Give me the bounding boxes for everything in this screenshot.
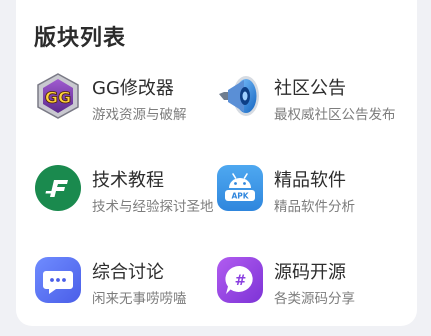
f-logo-icon [34, 164, 82, 212]
forum-desc: 各类源码分享 [274, 291, 355, 307]
forum-item-tutorials[interactable]: 技术教程 技术与经验探讨圣地 [34, 164, 219, 242]
forum-item-software[interactable]: APK 精品软件 精品软件分析 [216, 164, 401, 242]
forum-name: 源码开源 [274, 262, 346, 283]
forum-item-source-code[interactable]: # 源码开源 各类源码分享 [216, 256, 401, 334]
android-apk-icon: APK [216, 164, 264, 212]
megaphone-icon [216, 72, 264, 120]
forum-desc: 最权威社区公告发布 [274, 107, 396, 123]
gg-logo-icon: GG [34, 72, 82, 120]
forum-name: 综合讨论 [92, 262, 164, 283]
forum-item-discussion[interactable]: 综合讨论 闲来无事唠唠嗑 [34, 256, 219, 334]
forum-name: 精品软件 [274, 170, 346, 191]
forum-desc: 闲来无事唠唠嗑 [92, 291, 187, 307]
forum-item-announcements[interactable]: 社区公告 最权威社区公告发布 [216, 72, 401, 150]
forum-name: 技术教程 [92, 170, 164, 191]
svg-text:APK: APK [231, 192, 249, 201]
forum-desc: 游戏资源与破解 [92, 107, 187, 123]
forum-name: GG修改器 [92, 78, 174, 99]
forum-desc: 精品软件分析 [274, 199, 355, 215]
forum-name: 社区公告 [274, 78, 346, 99]
chat-bubble-icon [34, 256, 82, 304]
forum-list-card: 版块列表 GG GG修改器 游戏资源与破解 社区公告 最权威社区公告发布 技术教… [16, 0, 417, 326]
forum-item-gg[interactable]: GG GG修改器 游戏资源与破解 [34, 72, 219, 150]
hash-bubble-icon: # [216, 256, 264, 304]
forum-desc: 技术与经验探讨圣地 [92, 199, 214, 215]
svg-text:#: # [235, 273, 247, 289]
section-title: 版块列表 [34, 26, 127, 51]
svg-text:GG: GG [45, 88, 71, 107]
